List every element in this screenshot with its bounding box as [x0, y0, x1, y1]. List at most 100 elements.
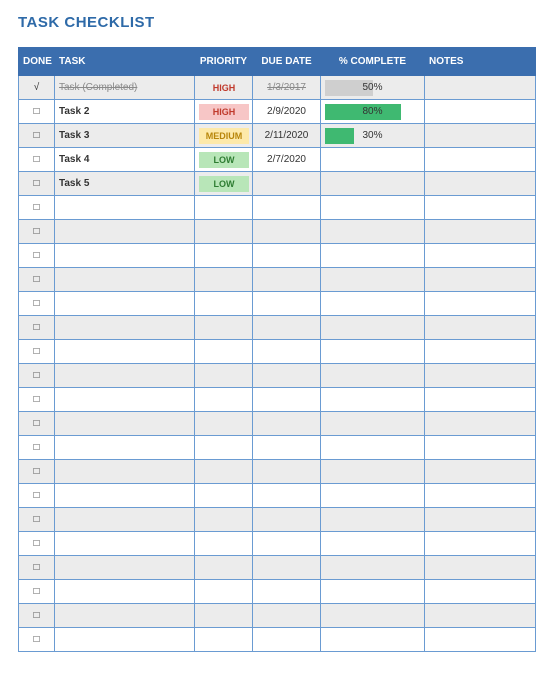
percent-complete-cell[interactable]: 50%	[321, 76, 425, 100]
percent-complete-cell[interactable]	[321, 460, 425, 484]
task-cell[interactable]	[55, 340, 195, 364]
notes-cell[interactable]	[425, 220, 536, 244]
notes-cell[interactable]	[425, 364, 536, 388]
priority-cell[interactable]	[195, 556, 253, 580]
due-date-cell[interactable]	[253, 268, 321, 292]
priority-cell[interactable]: HIGH	[195, 100, 253, 124]
percent-complete-cell[interactable]	[321, 388, 425, 412]
percent-complete-cell[interactable]	[321, 628, 425, 652]
notes-cell[interactable]	[425, 460, 536, 484]
due-date-cell[interactable]	[253, 364, 321, 388]
notes-cell[interactable]	[425, 292, 536, 316]
done-checkbox[interactable]: □	[19, 388, 55, 412]
task-cell[interactable]	[55, 556, 195, 580]
task-cell[interactable]	[55, 316, 195, 340]
due-date-cell[interactable]	[253, 412, 321, 436]
done-checkbox[interactable]: □	[19, 292, 55, 316]
done-checkbox[interactable]: □	[19, 244, 55, 268]
due-date-cell[interactable]	[253, 580, 321, 604]
done-checkbox[interactable]: □	[19, 100, 55, 124]
notes-cell[interactable]	[425, 124, 536, 148]
notes-cell[interactable]	[425, 100, 536, 124]
due-date-cell[interactable]	[253, 484, 321, 508]
done-checkbox[interactable]: □	[19, 172, 55, 196]
task-cell[interactable]	[55, 460, 195, 484]
due-date-cell[interactable]	[253, 316, 321, 340]
percent-complete-cell[interactable]: 80%	[321, 100, 425, 124]
due-date-cell[interactable]	[253, 556, 321, 580]
task-cell[interactable]: Task 3	[55, 124, 195, 148]
priority-cell[interactable]	[195, 532, 253, 556]
percent-complete-cell[interactable]	[321, 508, 425, 532]
task-cell[interactable]: Task (Completed)	[55, 76, 195, 100]
percent-complete-cell[interactable]	[321, 316, 425, 340]
done-checkbox[interactable]: □	[19, 364, 55, 388]
percent-complete-cell[interactable]	[321, 484, 425, 508]
percent-complete-cell[interactable]	[321, 268, 425, 292]
done-checkbox[interactable]: □	[19, 556, 55, 580]
percent-complete-cell[interactable]	[321, 196, 425, 220]
priority-cell[interactable]	[195, 388, 253, 412]
due-date-cell[interactable]: 2/9/2020	[253, 100, 321, 124]
task-cell[interactable]	[55, 412, 195, 436]
due-date-cell[interactable]	[253, 628, 321, 652]
priority-cell[interactable]	[195, 316, 253, 340]
percent-complete-cell[interactable]	[321, 412, 425, 436]
due-date-cell[interactable]	[253, 196, 321, 220]
notes-cell[interactable]	[425, 412, 536, 436]
due-date-cell[interactable]: 1/3/2017	[253, 76, 321, 100]
priority-cell[interactable]	[195, 340, 253, 364]
task-cell[interactable]	[55, 532, 195, 556]
done-checkbox[interactable]: □	[19, 220, 55, 244]
task-cell[interactable]	[55, 244, 195, 268]
priority-cell[interactable]	[195, 604, 253, 628]
priority-cell[interactable]: MEDIUM	[195, 124, 253, 148]
done-checkbox[interactable]: □	[19, 148, 55, 172]
done-checkbox[interactable]: □	[19, 484, 55, 508]
task-cell[interactable]	[55, 388, 195, 412]
priority-cell[interactable]	[195, 196, 253, 220]
percent-complete-cell[interactable]	[321, 340, 425, 364]
due-date-cell[interactable]	[253, 460, 321, 484]
done-checkbox[interactable]: □	[19, 412, 55, 436]
done-checkbox[interactable]: √	[19, 76, 55, 100]
task-cell[interactable]: Task 5	[55, 172, 195, 196]
due-date-cell[interactable]	[253, 604, 321, 628]
priority-cell[interactable]	[195, 364, 253, 388]
notes-cell[interactable]	[425, 436, 536, 460]
priority-cell[interactable]	[195, 436, 253, 460]
done-checkbox[interactable]: □	[19, 460, 55, 484]
done-checkbox[interactable]: □	[19, 340, 55, 364]
task-cell[interactable]	[55, 220, 195, 244]
task-cell[interactable]	[55, 436, 195, 460]
priority-cell[interactable]	[195, 580, 253, 604]
due-date-cell[interactable]	[253, 508, 321, 532]
percent-complete-cell[interactable]: 30%	[321, 124, 425, 148]
percent-complete-cell[interactable]	[321, 292, 425, 316]
due-date-cell[interactable]	[253, 436, 321, 460]
due-date-cell[interactable]	[253, 172, 321, 196]
due-date-cell[interactable]: 2/7/2020	[253, 148, 321, 172]
task-cell[interactable]	[55, 604, 195, 628]
done-checkbox[interactable]: □	[19, 532, 55, 556]
priority-cell[interactable]	[195, 508, 253, 532]
task-cell[interactable]	[55, 196, 195, 220]
notes-cell[interactable]	[425, 172, 536, 196]
done-checkbox[interactable]: □	[19, 628, 55, 652]
percent-complete-cell[interactable]	[321, 172, 425, 196]
task-cell[interactable]	[55, 628, 195, 652]
task-cell[interactable]	[55, 364, 195, 388]
priority-cell[interactable]	[195, 484, 253, 508]
notes-cell[interactable]	[425, 580, 536, 604]
done-checkbox[interactable]: □	[19, 580, 55, 604]
percent-complete-cell[interactable]	[321, 436, 425, 460]
done-checkbox[interactable]: □	[19, 508, 55, 532]
notes-cell[interactable]	[425, 340, 536, 364]
percent-complete-cell[interactable]	[321, 148, 425, 172]
priority-cell[interactable]: LOW	[195, 148, 253, 172]
notes-cell[interactable]	[425, 196, 536, 220]
task-cell[interactable]	[55, 508, 195, 532]
due-date-cell[interactable]	[253, 532, 321, 556]
priority-cell[interactable]: LOW	[195, 172, 253, 196]
priority-cell[interactable]	[195, 220, 253, 244]
